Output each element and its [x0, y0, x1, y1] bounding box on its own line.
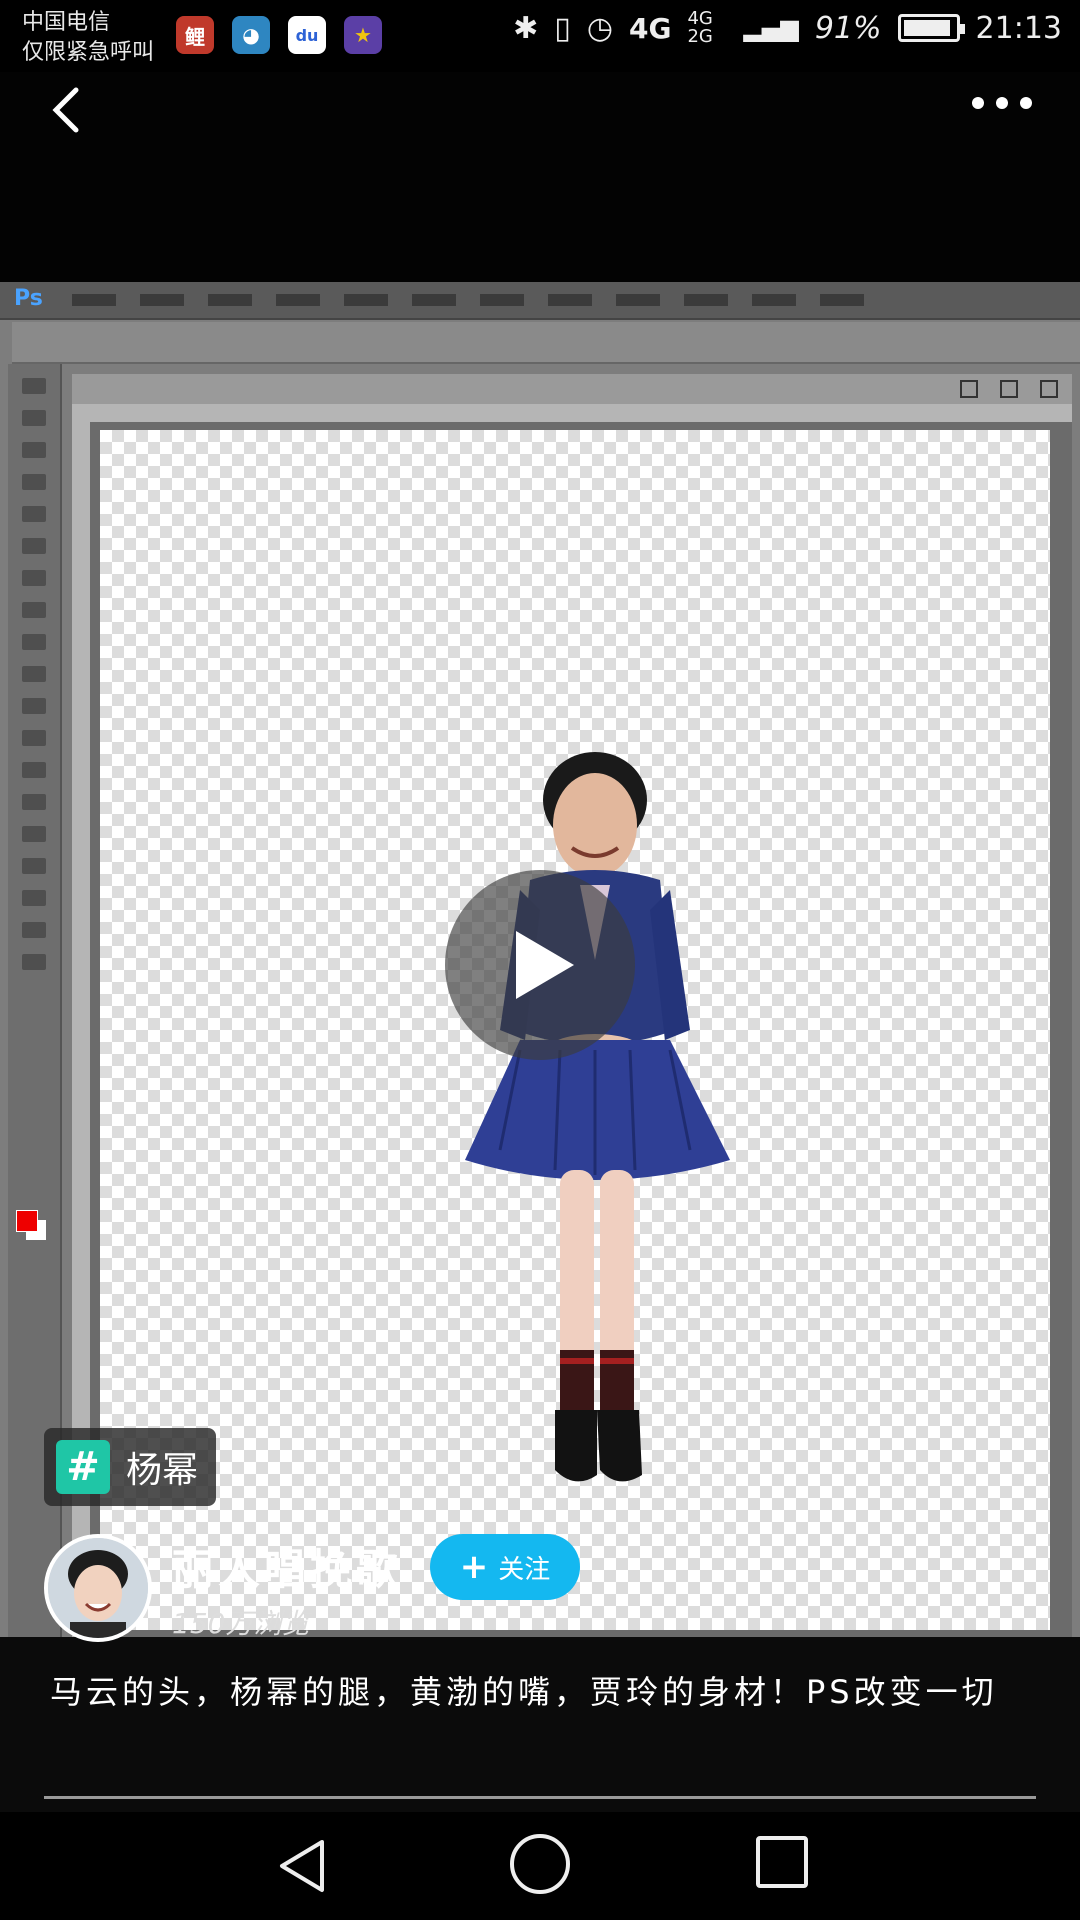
status-indicators: ✱ ▯ ◷ 4G 4G 2G ▂▄▆ 91% 21:13: [513, 10, 1062, 46]
nav-home-icon[interactable]: [510, 1834, 570, 1894]
battery-icon: [897, 14, 965, 42]
foreground-color-swatch: [16, 1210, 38, 1232]
game-icon: ★: [344, 16, 382, 54]
nav-back-icon[interactable]: [272, 1834, 336, 1898]
app-icon-1: 鲤: [176, 16, 214, 54]
play-button[interactable]: [445, 870, 635, 1060]
battery-fill: [903, 20, 950, 36]
window-controls: [960, 380, 1058, 398]
view-count: 150万浏览: [172, 1607, 310, 1640]
more-options-icon[interactable]: [962, 88, 1042, 118]
bluetooth-icon: ✱: [513, 10, 539, 46]
author-row: 丽人唱挽歌 150万浏览 + 关注: [44, 1534, 1044, 1646]
author-name[interactable]: 丽人唱挽歌: [172, 1536, 402, 1597]
plus-icon: +: [459, 1547, 489, 1587]
follow-label: 关注: [498, 1554, 551, 1585]
top-nav: [0, 72, 1080, 282]
divider: [44, 1796, 1036, 1799]
notification-icons: 鲤 ◕ du ★: [176, 16, 382, 54]
vibrate-icon: ▯: [554, 10, 571, 46]
author-avatar[interactable]: [44, 1534, 152, 1642]
carrier-info: 中国电信 仅限紧急呼叫: [22, 8, 154, 68]
baidu-icon: du: [288, 16, 326, 54]
ps-menu-items: [72, 294, 864, 306]
play-icon: [516, 931, 574, 999]
follow-button[interactable]: + 关注: [430, 1534, 580, 1600]
horizontal-ruler: [72, 404, 1072, 422]
alarm-icon: ◷: [586, 10, 613, 46]
status-bar: 中国电信 仅限紧急呼叫 鲤 ◕ du ★ ✱ ▯ ◷ 4G 4G 2G ▂▄▆ …: [0, 0, 1080, 72]
qq-icon: ◕: [232, 16, 270, 54]
system-nav-bar: [0, 1812, 1080, 1920]
back-arrow-icon[interactable]: [38, 80, 98, 140]
ps-options-bar: [12, 322, 1080, 364]
ps-menu-bar: Ps: [0, 282, 1080, 320]
carrier-name: 中国电信: [22, 10, 111, 35]
emergency-only: 仅限紧急呼叫: [22, 40, 155, 65]
topic-tag[interactable]: # 杨幂: [44, 1428, 217, 1506]
ps-document-title: [72, 374, 1072, 404]
edited-figure-image: [465, 752, 730, 1482]
video-description: 马云的头，杨幂的腿，黄渤的嘴，贾玲的身材！PS改变一切: [50, 1673, 998, 1711]
hashtag-icon: #: [56, 1440, 110, 1494]
nav-recent-apps-icon[interactable]: [756, 1836, 808, 1888]
network-4g2g: 4G 2G: [687, 8, 713, 47]
signal-icon: ▂▄▆: [743, 14, 799, 42]
avatar-image: [48, 1538, 148, 1638]
clock: 21:13: [975, 10, 1062, 46]
network-4g: 4G: [629, 11, 672, 45]
battery-percent: 91%: [814, 10, 882, 46]
ps-logo: Ps: [14, 286, 43, 311]
topic-label: 杨幂: [126, 1450, 199, 1491]
